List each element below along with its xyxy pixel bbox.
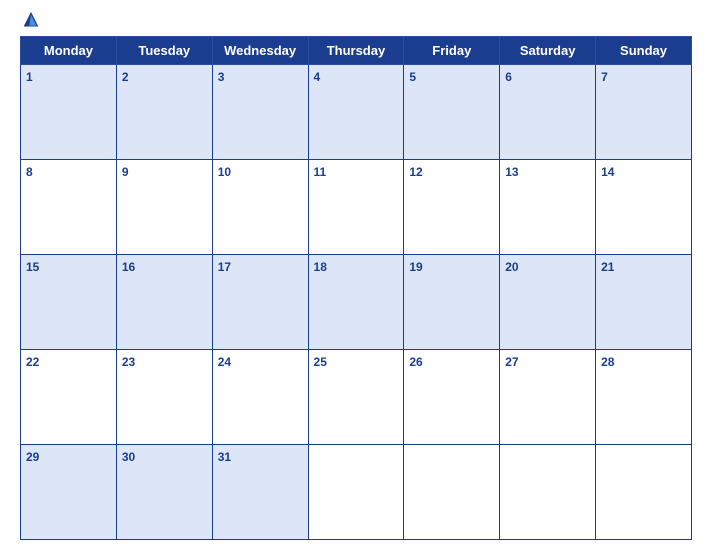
calendar-week-row: 29 30 31 [21,445,692,540]
weekday-header-row: MondayTuesdayWednesdayThursdayFridaySatu… [21,37,692,65]
day-number: 5 [409,70,416,84]
day-number: 31 [218,450,231,464]
weekday-header-tuesday: Tuesday [116,37,212,65]
calendar-day-cell: 14 [596,160,692,255]
calendar-day-cell: 28 [596,350,692,445]
logo [20,10,50,32]
day-number: 30 [122,450,135,464]
calendar-day-cell: 16 [116,255,212,350]
day-number: 19 [409,260,422,274]
calendar-table: MondayTuesdayWednesdayThursdayFridaySatu… [20,36,692,540]
calendar-day-cell: 3 [212,65,308,160]
weekday-header-monday: Monday [21,37,117,65]
day-number: 24 [218,355,231,369]
day-number: 21 [601,260,614,274]
calendar-day-cell: 2 [116,65,212,160]
day-number: 29 [26,450,39,464]
calendar-day-cell: 5 [404,65,500,160]
calendar-day-cell: 23 [116,350,212,445]
calendar-day-cell: 6 [500,65,596,160]
day-number: 28 [601,355,614,369]
calendar-day-cell: 9 [116,160,212,255]
day-number: 6 [505,70,512,84]
day-number: 9 [122,165,129,179]
day-number: 13 [505,165,518,179]
calendar-day-cell: 26 [404,350,500,445]
calendar-day-cell: 24 [212,350,308,445]
weekday-header-friday: Friday [404,37,500,65]
calendar-day-cell: 15 [21,255,117,350]
calendar-day-cell: 1 [21,65,117,160]
calendar-day-cell: 10 [212,160,308,255]
calendar-day-cell: 18 [308,255,404,350]
calendar-day-cell: 7 [596,65,692,160]
day-number: 22 [26,355,39,369]
day-number: 16 [122,260,135,274]
calendar-day-cell: 19 [404,255,500,350]
weekday-header-saturday: Saturday [500,37,596,65]
calendar-day-cell: 27 [500,350,596,445]
calendar-week-row: 15 16 17 18 19 20 21 [21,255,692,350]
day-number: 17 [218,260,231,274]
calendar-day-cell: 25 [308,350,404,445]
logo-area [20,10,50,32]
calendar-day-cell [308,445,404,540]
calendar-day-cell: 4 [308,65,404,160]
calendar-day-cell [500,445,596,540]
day-number: 18 [314,260,327,274]
calendar-body: 1234567891011121314151617181920212223242… [21,65,692,540]
day-number: 8 [26,165,33,179]
calendar-day-cell: 21 [596,255,692,350]
calendar-week-row: 1 2 3 4 5 6 7 [21,65,692,160]
calendar-day-cell [404,445,500,540]
day-number: 14 [601,165,614,179]
calendar-day-cell: 31 [212,445,308,540]
calendar-day-cell: 30 [116,445,212,540]
calendar-header: MondayTuesdayWednesdayThursdayFridaySatu… [21,37,692,65]
day-number: 7 [601,70,608,84]
day-number: 2 [122,70,129,84]
weekday-header-thursday: Thursday [308,37,404,65]
day-number: 4 [314,70,321,84]
day-number: 12 [409,165,422,179]
calendar-day-cell: 11 [308,160,404,255]
calendar-day-cell: 12 [404,160,500,255]
calendar-day-cell: 22 [21,350,117,445]
calendar-day-cell: 20 [500,255,596,350]
day-number: 20 [505,260,518,274]
day-number: 1 [26,70,33,84]
day-number: 23 [122,355,135,369]
calendar-day-cell: 17 [212,255,308,350]
calendar-week-row: 22 23 24 25 26 27 28 [21,350,692,445]
day-number: 3 [218,70,225,84]
day-number: 25 [314,355,327,369]
day-number: 26 [409,355,422,369]
calendar-day-cell: 29 [21,445,117,540]
calendar-week-row: 8 9 10 11 12 13 14 [21,160,692,255]
day-number: 15 [26,260,39,274]
calendar-day-cell: 13 [500,160,596,255]
logo-icon [20,10,42,32]
weekday-header-wednesday: Wednesday [212,37,308,65]
calendar-day-cell: 8 [21,160,117,255]
calendar-day-cell [596,445,692,540]
day-number: 27 [505,355,518,369]
header [20,10,692,32]
day-number: 11 [314,165,327,179]
weekday-header-sunday: Sunday [596,37,692,65]
day-number: 10 [218,165,231,179]
